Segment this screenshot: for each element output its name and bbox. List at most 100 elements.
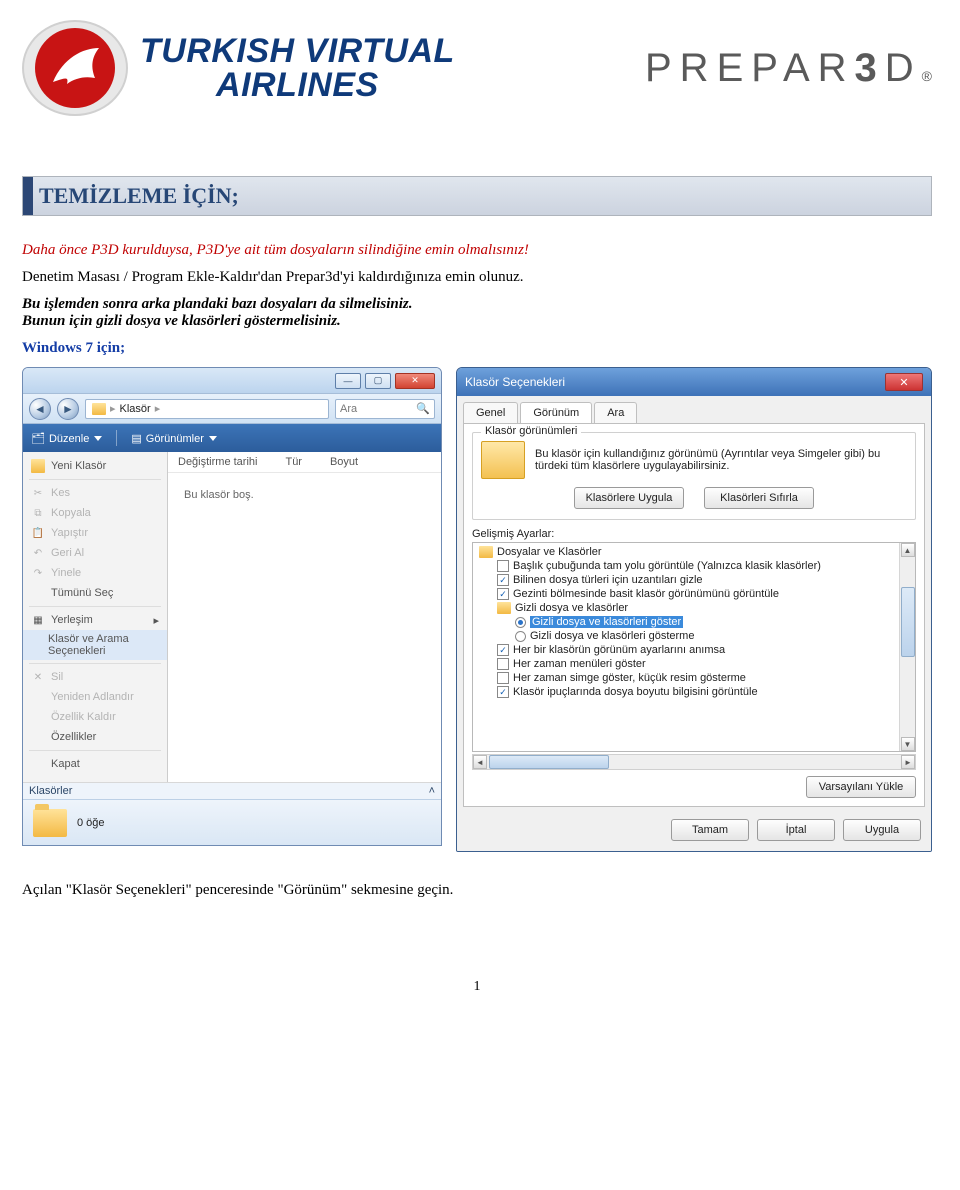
windows7-label: Windows 7 için; <box>22 340 932 357</box>
tree-item-show-hidden[interactable]: Gizli dosya ve klasörleri göster <box>475 615 897 629</box>
cut-icon: ✂ <box>31 486 45 500</box>
checkbox-icon <box>497 658 509 670</box>
tab-general[interactable]: Genel <box>463 402 518 423</box>
folder-views-group: Klasör görünümleri Bu klasör için kullan… <box>472 432 916 520</box>
tree-item[interactable]: Her zaman simge göster, küçük resim göst… <box>475 671 897 685</box>
instruction-text-2b: Bunun için gizli dosya ve klasörleri gös… <box>22 313 932 330</box>
instruction-text-1: Denetim Masası / Program Ekle-Kaldır'dan… <box>22 269 932 286</box>
tree-item[interactable]: ✓Gezinti bölmesinde basit klasör görünüm… <box>475 587 897 601</box>
scroll-down-icon[interactable]: ▼ <box>901 737 915 751</box>
menu-cut[interactable]: ✂Kes <box>23 483 167 503</box>
delete-icon: ✕ <box>31 670 45 684</box>
tab-view[interactable]: Görünüm <box>520 402 592 423</box>
close-button[interactable]: ✕ <box>885 373 923 391</box>
maximize-button[interactable]: ▢ <box>365 373 391 389</box>
copy-icon: ⧉ <box>31 506 45 520</box>
instruction-text-2a: Bu işlemden sonra arka plandaki bazı dos… <box>22 296 932 313</box>
tree-item[interactable]: ✓Bilinen dosya türleri için uzantıları g… <box>475 573 897 587</box>
checkbox-icon <box>497 672 509 684</box>
tree-group-hidden[interactable]: Gizli dosya ve klasörler <box>475 601 897 615</box>
menu-new-folder[interactable]: Yeni Klasör <box>23 456 167 476</box>
folders-pane-label[interactable]: Klasörler˄ <box>23 782 441 799</box>
checkbox-icon: ✓ <box>497 644 509 656</box>
folder-icon <box>31 459 45 473</box>
menu-copy[interactable]: ⧉Kopyala <box>23 503 167 523</box>
scrollbar-horizontal[interactable]: ◄ ► <box>472 754 916 770</box>
tree-item[interactable]: Her zaman menüleri göster <box>475 657 897 671</box>
menu-properties[interactable]: Özellikler <box>23 727 167 747</box>
folder-icon <box>497 602 511 614</box>
scroll-left-icon[interactable]: ◄ <box>473 755 487 769</box>
advanced-settings-tree[interactable]: Dosyalar ve Klasörler Başlık çubuğunda t… <box>472 542 916 752</box>
column-header[interactable]: Tür <box>285 456 302 468</box>
folder-views-text: Bu klasör için kullandığınız görünümü (A… <box>535 448 907 472</box>
menu-rename[interactable]: Yeniden Adlandır <box>23 687 167 707</box>
menu-close[interactable]: Kapat <box>23 754 167 774</box>
paste-icon: 📋 <box>31 526 45 540</box>
page-number: 1 <box>22 979 932 995</box>
explorer-window: — ▢ ✕ ◄ ► ▸ Klasör ▸ Ara 🔍 🗂Düzen <box>22 367 442 846</box>
menu-layout[interactable]: ▦Yerleşim▸ <box>23 610 167 630</box>
menu-delete[interactable]: ✕Sil <box>23 667 167 687</box>
radio-icon <box>515 631 526 642</box>
search-input[interactable]: Ara 🔍 <box>335 399 435 419</box>
scroll-thumb[interactable] <box>901 587 915 657</box>
dialog-titlebar: Klasör Seçenekleri ✕ <box>457 368 931 396</box>
undo-icon: ↶ <box>31 546 45 560</box>
close-button[interactable]: ✕ <box>395 373 435 389</box>
views-menu[interactable]: ▤Görünümler <box>131 432 217 445</box>
explorer-toolbar: 🗂Düzenle ▤Görünümler <box>23 424 441 452</box>
tree-root[interactable]: Dosyalar ve Klasörler <box>475 545 897 559</box>
tree-item-hide-hidden[interactable]: Gizli dosya ve klasörleri gösterme <box>475 629 897 643</box>
file-list-area: Değiştirme tarihi Tür Boyut Bu klasör bo… <box>168 452 441 782</box>
tree-item[interactable]: Başlık çubuğunda tam yolu görüntüle (Yal… <box>475 559 897 573</box>
radio-icon <box>515 617 526 628</box>
redo-icon: ↷ <box>31 566 45 580</box>
column-header[interactable]: Değiştirme tarihi <box>178 456 257 468</box>
folder-options-dialog: Klasör Seçenekleri ✕ Genel Görünüm Ara K… <box>456 367 932 852</box>
apply-button[interactable]: Uygula <box>843 819 921 841</box>
tab-strip: Genel Görünüm Ara <box>457 396 931 423</box>
restore-defaults-button[interactable]: Varsayılanı Yükle <box>806 776 916 798</box>
menu-undo[interactable]: ↶Geri Al <box>23 543 167 563</box>
apply-to-folders-button[interactable]: Klasörlere Uygula <box>574 487 684 509</box>
menu-redo[interactable]: ↷Yinele <box>23 563 167 583</box>
status-text: 0 öğe <box>77 817 105 829</box>
folder-icon <box>92 403 106 415</box>
reset-folders-button[interactable]: Klasörleri Sıfırla <box>704 487 814 509</box>
menu-select-all[interactable]: Tümünü Seç <box>23 583 167 603</box>
menu-folder-search-options[interactable]: Klasör ve Arama Seçenekleri <box>23 630 167 660</box>
folder-icon <box>479 546 493 558</box>
turkish-airlines-logo <box>22 20 128 116</box>
ok-button[interactable]: Tamam <box>671 819 749 841</box>
checkbox-icon: ✓ <box>497 574 509 586</box>
nav-forward-button[interactable]: ► <box>57 398 79 420</box>
organize-menu[interactable]: 🗂Düzenle <box>31 432 102 445</box>
bird-icon <box>45 38 105 98</box>
minimize-button[interactable]: — <box>335 373 361 389</box>
checkbox-icon <box>497 560 509 572</box>
tree-item[interactable]: ✓Her bir klasörün görünüm ayarlarını anı… <box>475 643 897 657</box>
tree-item[interactable]: ✓Klasör ipuçlarında dosya boyutu bilgisi… <box>475 685 897 699</box>
menu-remove-prop[interactable]: Özellik Kaldır <box>23 707 167 727</box>
brand-turkish-virtual: TURKISH VIRTUAL AIRLINES <box>140 34 455 102</box>
menu-paste[interactable]: 📋Yapıştır <box>23 523 167 543</box>
brand-prepar3d: PREPAR3D® <box>645 46 932 91</box>
scrollbar-vertical[interactable]: ▲ ▼ <box>899 543 915 751</box>
scroll-right-icon[interactable]: ► <box>901 755 915 769</box>
section-heading: TEMİZLEME İÇİN; <box>22 176 932 216</box>
column-header[interactable]: Boyut <box>330 456 358 468</box>
breadcrumb[interactable]: ▸ Klasör ▸ <box>85 399 329 419</box>
search-icon: 🔍 <box>416 402 430 415</box>
window-titlebar: — ▢ ✕ <box>23 368 441 394</box>
cancel-button[interactable]: İptal <box>757 819 835 841</box>
folder-views-icon <box>481 441 525 479</box>
scroll-up-icon[interactable]: ▲ <box>901 543 915 557</box>
scroll-thumb[interactable] <box>489 755 609 769</box>
tab-search[interactable]: Ara <box>594 402 637 423</box>
status-bar: 0 öğe <box>23 799 441 845</box>
nav-back-button[interactable]: ◄ <box>29 398 51 420</box>
instruction-text-3: Açılan "Klasör Seçenekleri" penceresinde… <box>22 882 932 899</box>
folder-icon <box>33 809 67 837</box>
checkbox-icon: ✓ <box>497 686 509 698</box>
